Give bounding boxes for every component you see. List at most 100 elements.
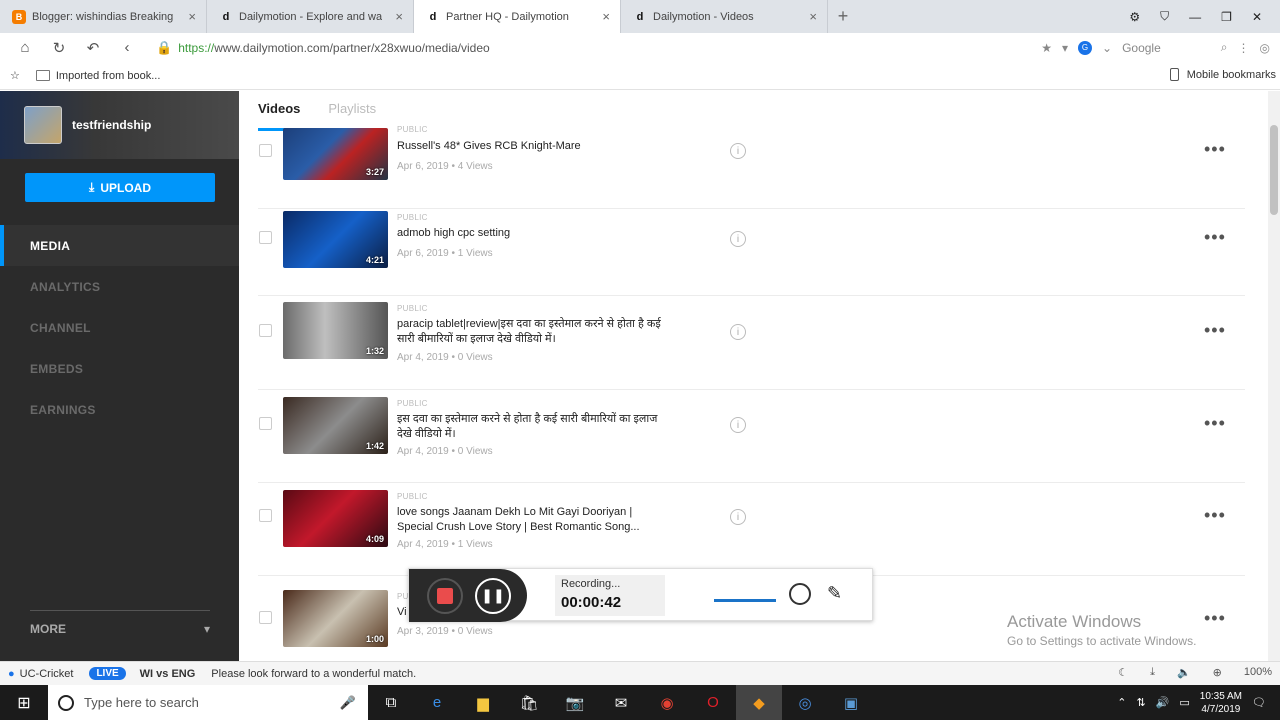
search-icon[interactable]: ⌕ bbox=[1221, 40, 1228, 55]
zoom-level[interactable]: 100% bbox=[1244, 666, 1272, 679]
close-tab-icon[interactable]: × bbox=[395, 9, 403, 24]
sidebar-item-embeds[interactable]: EMBEDS bbox=[0, 348, 239, 389]
score-text[interactable]: WI vs ENG bbox=[140, 668, 196, 680]
sidebar-item-channel[interactable]: CHANNEL bbox=[0, 307, 239, 348]
more-options-icon[interactable]: ••• bbox=[1204, 505, 1226, 526]
page-scrollbar[interactable] bbox=[1268, 91, 1280, 661]
browser-tab[interactable]: d Dailymotion - Videos × bbox=[621, 0, 828, 33]
sound-icon[interactable]: 🔈 bbox=[1177, 666, 1191, 679]
sidebar-item-earnings[interactable]: EARNINGS bbox=[0, 389, 239, 430]
more-options-icon[interactable]: ••• bbox=[1204, 227, 1226, 248]
info-icon[interactable]: i bbox=[730, 324, 746, 340]
profile-icon[interactable]: ◎ bbox=[1260, 41, 1270, 55]
chevron-up-icon[interactable]: ⌃ bbox=[1117, 696, 1126, 709]
star-icon[interactable]: ★ bbox=[1041, 41, 1052, 55]
upload-button[interactable]: ⤓ UPLOAD bbox=[25, 173, 215, 202]
video-title[interactable]: इस दवा का इस्तेमाल करने से होता है कई सा… bbox=[397, 412, 667, 442]
video-row[interactable]: 3:27 PUBLIC Russell's 48* Gives RCB Knig… bbox=[258, 125, 1245, 209]
select-checkbox[interactable] bbox=[259, 231, 272, 244]
taskbar-search[interactable]: Type here to search 🎤 bbox=[48, 685, 368, 720]
file-explorer-icon[interactable]: ▆ bbox=[460, 685, 506, 720]
video-row[interactable]: 1:42 PUBLIC इस दवा का इस्तेमाल करने से ह… bbox=[258, 390, 1245, 483]
select-checkbox[interactable] bbox=[259, 417, 272, 430]
video-row[interactable]: 1:32 PUBLIC paracip tablet|review|इस दवा… bbox=[258, 296, 1245, 390]
opera-icon[interactable]: O bbox=[690, 685, 736, 720]
scrollbar-thumb[interactable] bbox=[1270, 125, 1278, 215]
microphone-icon[interactable]: 🎤 bbox=[340, 695, 356, 711]
tab-videos[interactable]: Videos bbox=[258, 91, 301, 131]
more-options-icon[interactable]: ••• bbox=[1204, 320, 1226, 341]
video-thumbnail[interactable]: 1:32 bbox=[283, 302, 388, 359]
pen-icon[interactable]: ✎ bbox=[827, 583, 842, 604]
video-thumbnail[interactable]: 3:27 bbox=[283, 128, 388, 180]
undo-icon[interactable]: ↶ bbox=[76, 39, 110, 57]
store-icon[interactable]: 🛍 bbox=[506, 685, 552, 720]
video-thumbnail[interactable]: 1:42 bbox=[283, 397, 388, 454]
system-clock[interactable]: 10:35 AM 4/7/2019 bbox=[1200, 690, 1242, 716]
video-thumbnail[interactable]: 4:21 bbox=[283, 211, 388, 268]
info-icon[interactable]: i bbox=[730, 143, 746, 159]
volume-slider[interactable] bbox=[714, 599, 776, 602]
new-tab-button[interactable]: + bbox=[828, 0, 858, 33]
sidebar-item-analytics[interactable]: ANALYTICS bbox=[0, 266, 239, 307]
windows-start-icon[interactable]: ⊞ bbox=[0, 685, 48, 720]
video-title[interactable]: admob high cpc setting bbox=[397, 226, 667, 241]
shield-icon[interactable]: ⛉ bbox=[1160, 9, 1169, 24]
video-title[interactable]: Russell's 48* Gives RCB Knight-Mare bbox=[397, 139, 667, 154]
battery-icon[interactable]: ▭ bbox=[1179, 696, 1189, 709]
chrome-icon[interactable]: ◉ bbox=[644, 685, 690, 720]
browser-tab[interactable]: d Dailymotion - Explore and wa × bbox=[207, 0, 414, 33]
search-engine-label[interactable]: Google bbox=[1122, 41, 1161, 55]
reload-icon[interactable]: ↻ bbox=[42, 39, 76, 57]
chevron-down-icon[interactable]: ⌄ bbox=[1102, 41, 1112, 55]
search-engine-icon[interactable]: G bbox=[1078, 40, 1093, 55]
bookmark-star-icon[interactable]: ☆ bbox=[10, 69, 20, 82]
select-checkbox[interactable] bbox=[259, 324, 272, 337]
mail-icon[interactable]: ✉ bbox=[598, 685, 644, 720]
select-checkbox[interactable] bbox=[259, 509, 272, 522]
bookmark-folder[interactable]: Imported from book... bbox=[56, 70, 161, 82]
select-checkbox[interactable] bbox=[259, 144, 272, 157]
more-options-icon[interactable]: ••• bbox=[1204, 608, 1226, 629]
select-checkbox[interactable] bbox=[259, 611, 272, 624]
pause-record-button[interactable]: ❚❚ bbox=[475, 577, 511, 614]
settings-icon[interactable]: ⚙ bbox=[1129, 10, 1140, 24]
task-view-icon[interactable]: ⧉ bbox=[368, 685, 414, 720]
info-icon[interactable]: i bbox=[730, 231, 746, 247]
recorder-app-icon[interactable]: ▣ bbox=[828, 685, 874, 720]
video-row[interactable]: 4:09 PUBLIC love songs Jaanam Dekh Lo Mi… bbox=[258, 483, 1245, 576]
close-tab-icon[interactable]: × bbox=[809, 9, 817, 24]
close-tab-icon[interactable]: × bbox=[188, 9, 196, 24]
edge-icon[interactable]: e bbox=[414, 685, 460, 720]
more-options-icon[interactable]: ••• bbox=[1204, 139, 1226, 160]
zoom-icon[interactable]: ⊕ bbox=[1213, 666, 1222, 679]
tab-playlists[interactable]: Playlists bbox=[328, 91, 376, 131]
info-icon[interactable]: i bbox=[730, 509, 746, 525]
stop-record-button[interactable] bbox=[427, 577, 463, 614]
back-icon[interactable]: ‹ bbox=[110, 39, 144, 56]
mobile-bookmarks[interactable]: Mobile bookmarks bbox=[1169, 68, 1276, 81]
home-icon[interactable]: ⌂ bbox=[8, 39, 42, 56]
info-icon[interactable]: i bbox=[730, 417, 746, 433]
camera-icon[interactable]: 📷 bbox=[552, 685, 598, 720]
webcam-icon[interactable] bbox=[789, 583, 811, 605]
sidebar-item-media[interactable]: MEDIA bbox=[0, 225, 239, 266]
video-title[interactable]: love songs Jaanam Dekh Lo Mit Gayi Doori… bbox=[397, 505, 667, 535]
video-thumbnail[interactable]: 4:09 bbox=[283, 490, 388, 547]
close-window-icon[interactable]: ✕ bbox=[1252, 10, 1262, 24]
chevron-down-icon[interactable]: ▾ bbox=[1062, 41, 1068, 55]
network-icon[interactable]: ⇅ bbox=[1136, 696, 1145, 709]
more-menu[interactable]: MORE ▾ bbox=[30, 622, 210, 636]
volume-icon[interactable]: 🔊 bbox=[1156, 696, 1170, 709]
notifications-icon[interactable]: 🗨 bbox=[1252, 696, 1266, 709]
video-thumbnail[interactable]: 1:00 bbox=[283, 590, 388, 647]
download-icon[interactable]: ⤓ bbox=[1150, 666, 1155, 679]
menu-icon[interactable]: ⋮ bbox=[1238, 41, 1250, 55]
close-tab-icon[interactable]: × bbox=[602, 9, 610, 24]
more-options-icon[interactable]: ••• bbox=[1204, 413, 1226, 434]
video-row[interactable]: 4:21 PUBLIC admob high cpc setting Apr 6… bbox=[258, 209, 1245, 296]
browser-tab[interactable]: B Blogger: wishindias Breaking × bbox=[0, 0, 207, 33]
maximize-icon[interactable]: ❐ bbox=[1221, 10, 1232, 24]
video-title[interactable]: paracip tablet|review|इस दवा का इस्तेमाल… bbox=[397, 317, 667, 347]
uc-browser-icon[interactable]: ◆ bbox=[736, 685, 782, 720]
